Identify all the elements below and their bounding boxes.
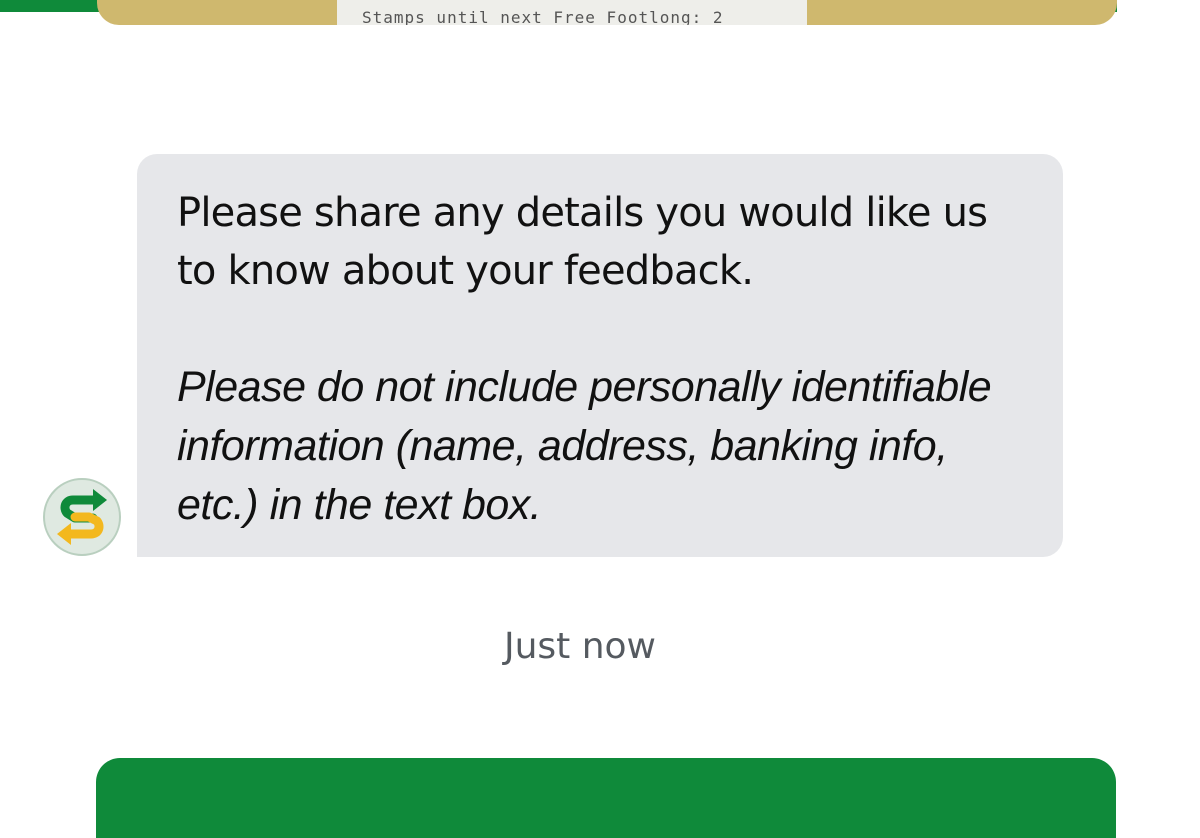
message-text: Please share any details you would like …	[177, 190, 988, 294]
message-timestamp: Just now	[503, 626, 657, 667]
next-message-card[interactable]	[96, 758, 1116, 838]
bot-message-bubble: Please share any details you would like …	[137, 154, 1063, 557]
subway-logo-icon	[57, 489, 107, 545]
previous-image-card[interactable]: Stamps until next Free Footlong: 2	[97, 0, 1117, 25]
receipt-text: Stamps until next Free Footlong: 2	[362, 8, 724, 25]
bot-avatar	[43, 478, 121, 556]
privacy-note: Please do not include personally identif…	[177, 363, 992, 529]
